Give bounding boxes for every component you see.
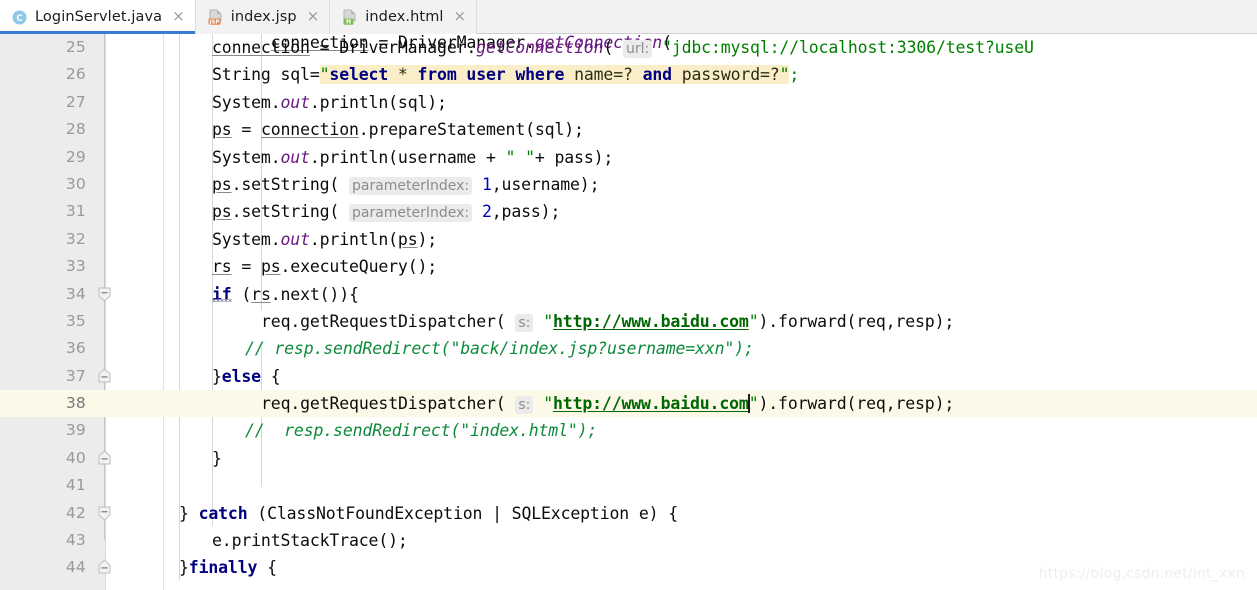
line-number: 27 — [65, 92, 86, 111]
close-icon[interactable]: × — [454, 8, 467, 26]
code-text: }finally { — [179, 558, 277, 578]
close-icon[interactable]: × — [172, 8, 185, 26]
code-text: ps.setString( parameterIndex: 2,pass); — [212, 202, 561, 223]
code-line-40[interactable]: 40 } — [0, 445, 1257, 472]
code-line-34[interactable]: 34 if (rs.next()){ — [0, 281, 1257, 308]
line-number: 37 — [65, 366, 86, 385]
code-line-33[interactable]: 33 rs = ps.executeQuery(); — [0, 253, 1257, 280]
code-rows: 25 connection = DriverManager.getConnect… — [0, 34, 1257, 582]
tab-label: index.jsp — [230, 9, 297, 25]
code-text: ps.setString( parameterIndex: 1,username… — [212, 174, 600, 195]
code-text: e.printStackTrace(); — [212, 531, 408, 551]
code-text: connection = DriverManager.getConnection… — [212, 38, 1034, 58]
code-line-28[interactable]: 28 ps = connection.prepareStatement(sql)… — [0, 116, 1257, 143]
svg-text:H: H — [346, 18, 351, 25]
code-text: if (rs.next()){ — [212, 284, 359, 304]
line-number: 43 — [65, 531, 86, 550]
code-line-30[interactable]: 30 ps.setString( parameterIndex: 1,usern… — [0, 171, 1257, 198]
code-line-39[interactable]: 39 // resp.sendRedirect("index.html"); — [0, 417, 1257, 444]
line-number: 32 — [65, 229, 86, 248]
param-hint-url: url: — [622, 40, 653, 58]
code-line-36[interactable]: 36 // resp.sendRedirect("back/index.jsp?… — [0, 335, 1257, 362]
line-number: 38 — [65, 394, 86, 413]
code-text: }else { — [212, 366, 281, 386]
jsp-file-icon: JSP — [207, 9, 224, 26]
code-line-37[interactable]: 37 }else { — [0, 363, 1257, 390]
line-number: 41 — [65, 476, 86, 495]
code-text: // resp.sendRedirect("index.html"); — [245, 421, 598, 441]
code-editor[interactable]: connection = DriverManager.getConnection… — [0, 34, 1257, 590]
url-link[interactable]: http://www.baidu.com — [553, 312, 749, 331]
code-text: ps = connection.prepareStatement(sql); — [212, 120, 584, 140]
code-text: String sql="select * from user where nam… — [212, 65, 800, 85]
fold-end-icon[interactable] — [97, 559, 112, 574]
code-line-31[interactable]: 31 ps.setString( parameterIndex: 2,pass)… — [0, 198, 1257, 225]
line-number: 40 — [65, 448, 86, 467]
code-line-43[interactable]: 43 e.printStackTrace(); — [0, 527, 1257, 554]
fold-end-icon[interactable] — [97, 368, 112, 383]
code-text: } — [212, 448, 222, 468]
code-line-38[interactable]: 38 req.getRequestDispatcher( s: "http://… — [0, 390, 1257, 418]
line-number: 35 — [65, 311, 86, 330]
line-number: 29 — [65, 147, 86, 166]
csdn-watermark: https://blog.csdn.net/int_xxn — [1038, 566, 1245, 582]
param-hint-parameterindex: parameterIndex: — [348, 204, 473, 223]
line-number: 36 — [65, 339, 86, 358]
tab-index-jsp[interactable]: JSP index.jsp × — [195, 0, 331, 34]
line-number: 28 — [65, 120, 86, 139]
tab-label: LoginServlet.java — [35, 9, 163, 25]
code-line-29[interactable]: 29 System.out.println(username + " "+ pa… — [0, 144, 1257, 171]
line-number: 25 — [65, 38, 86, 56]
editor-tab-bar: C LoginServlet.java × JSP index.jsp × H … — [0, 0, 1257, 34]
line-number: 44 — [65, 558, 86, 577]
line-number: 42 — [65, 503, 86, 522]
code-text: System.out.println(username + " "+ pass)… — [212, 147, 614, 167]
code-line-27[interactable]: 27 System.out.println(sql); — [0, 89, 1257, 116]
code-text: System.out.println(sql); — [212, 92, 447, 112]
java-class-icon: C — [11, 9, 28, 26]
fold-end-icon[interactable] — [97, 450, 112, 465]
line-number: 31 — [65, 202, 86, 221]
code-line-32[interactable]: 32 System.out.println(ps); — [0, 226, 1257, 253]
tab-label: index.html — [365, 9, 444, 25]
tab-index-html[interactable]: H index.html × — [330, 0, 478, 34]
line-number: 30 — [65, 174, 86, 193]
param-hint-s: s: — [515, 313, 534, 332]
svg-text:JSP: JSP — [208, 19, 219, 25]
code-text: req.getRequestDispatcher( s: "http://www… — [261, 311, 955, 332]
close-icon[interactable]: × — [307, 8, 320, 26]
code-text: rs = ps.executeQuery(); — [212, 257, 438, 277]
line-number: 33 — [65, 257, 86, 276]
line-number: 34 — [65, 284, 86, 303]
html-file-icon: H — [341, 9, 358, 26]
code-line-41[interactable]: 41 — [0, 472, 1257, 499]
tab-loginservlet-java[interactable]: C LoginServlet.java × — [0, 0, 196, 34]
code-text: // resp.sendRedirect("back/index.jsp?use… — [245, 339, 754, 359]
fold-start-icon[interactable] — [97, 506, 112, 521]
code-line-42[interactable]: 42 } catch (ClassNotFoundException | SQL… — [0, 500, 1257, 527]
editor-window: C LoginServlet.java × JSP index.jsp × H … — [0, 0, 1257, 590]
code-line-25[interactable]: 25 connection = DriverManager.getConnect… — [0, 34, 1257, 61]
param-hint-parameterindex: parameterIndex: — [348, 176, 473, 195]
param-hint-s: s: — [515, 396, 534, 415]
code-line-26[interactable]: 26 String sql="select * from user where … — [0, 61, 1257, 88]
fold-start-icon[interactable] — [97, 287, 112, 302]
svg-text:C: C — [16, 14, 22, 24]
line-number: 39 — [65, 421, 86, 440]
code-text: System.out.println(ps); — [212, 229, 438, 249]
url-link[interactable]: http://www.baidu.com — [553, 394, 749, 413]
inspection-warning: if — [212, 284, 232, 304]
code-line-35[interactable]: 35 req.getRequestDispatcher( s: "http://… — [0, 308, 1257, 335]
code-text: } catch (ClassNotFoundException | SQLExc… — [179, 503, 678, 523]
line-number: 26 — [65, 65, 86, 84]
code-text: req.getRequestDispatcher( s: "http://www… — [261, 394, 955, 415]
